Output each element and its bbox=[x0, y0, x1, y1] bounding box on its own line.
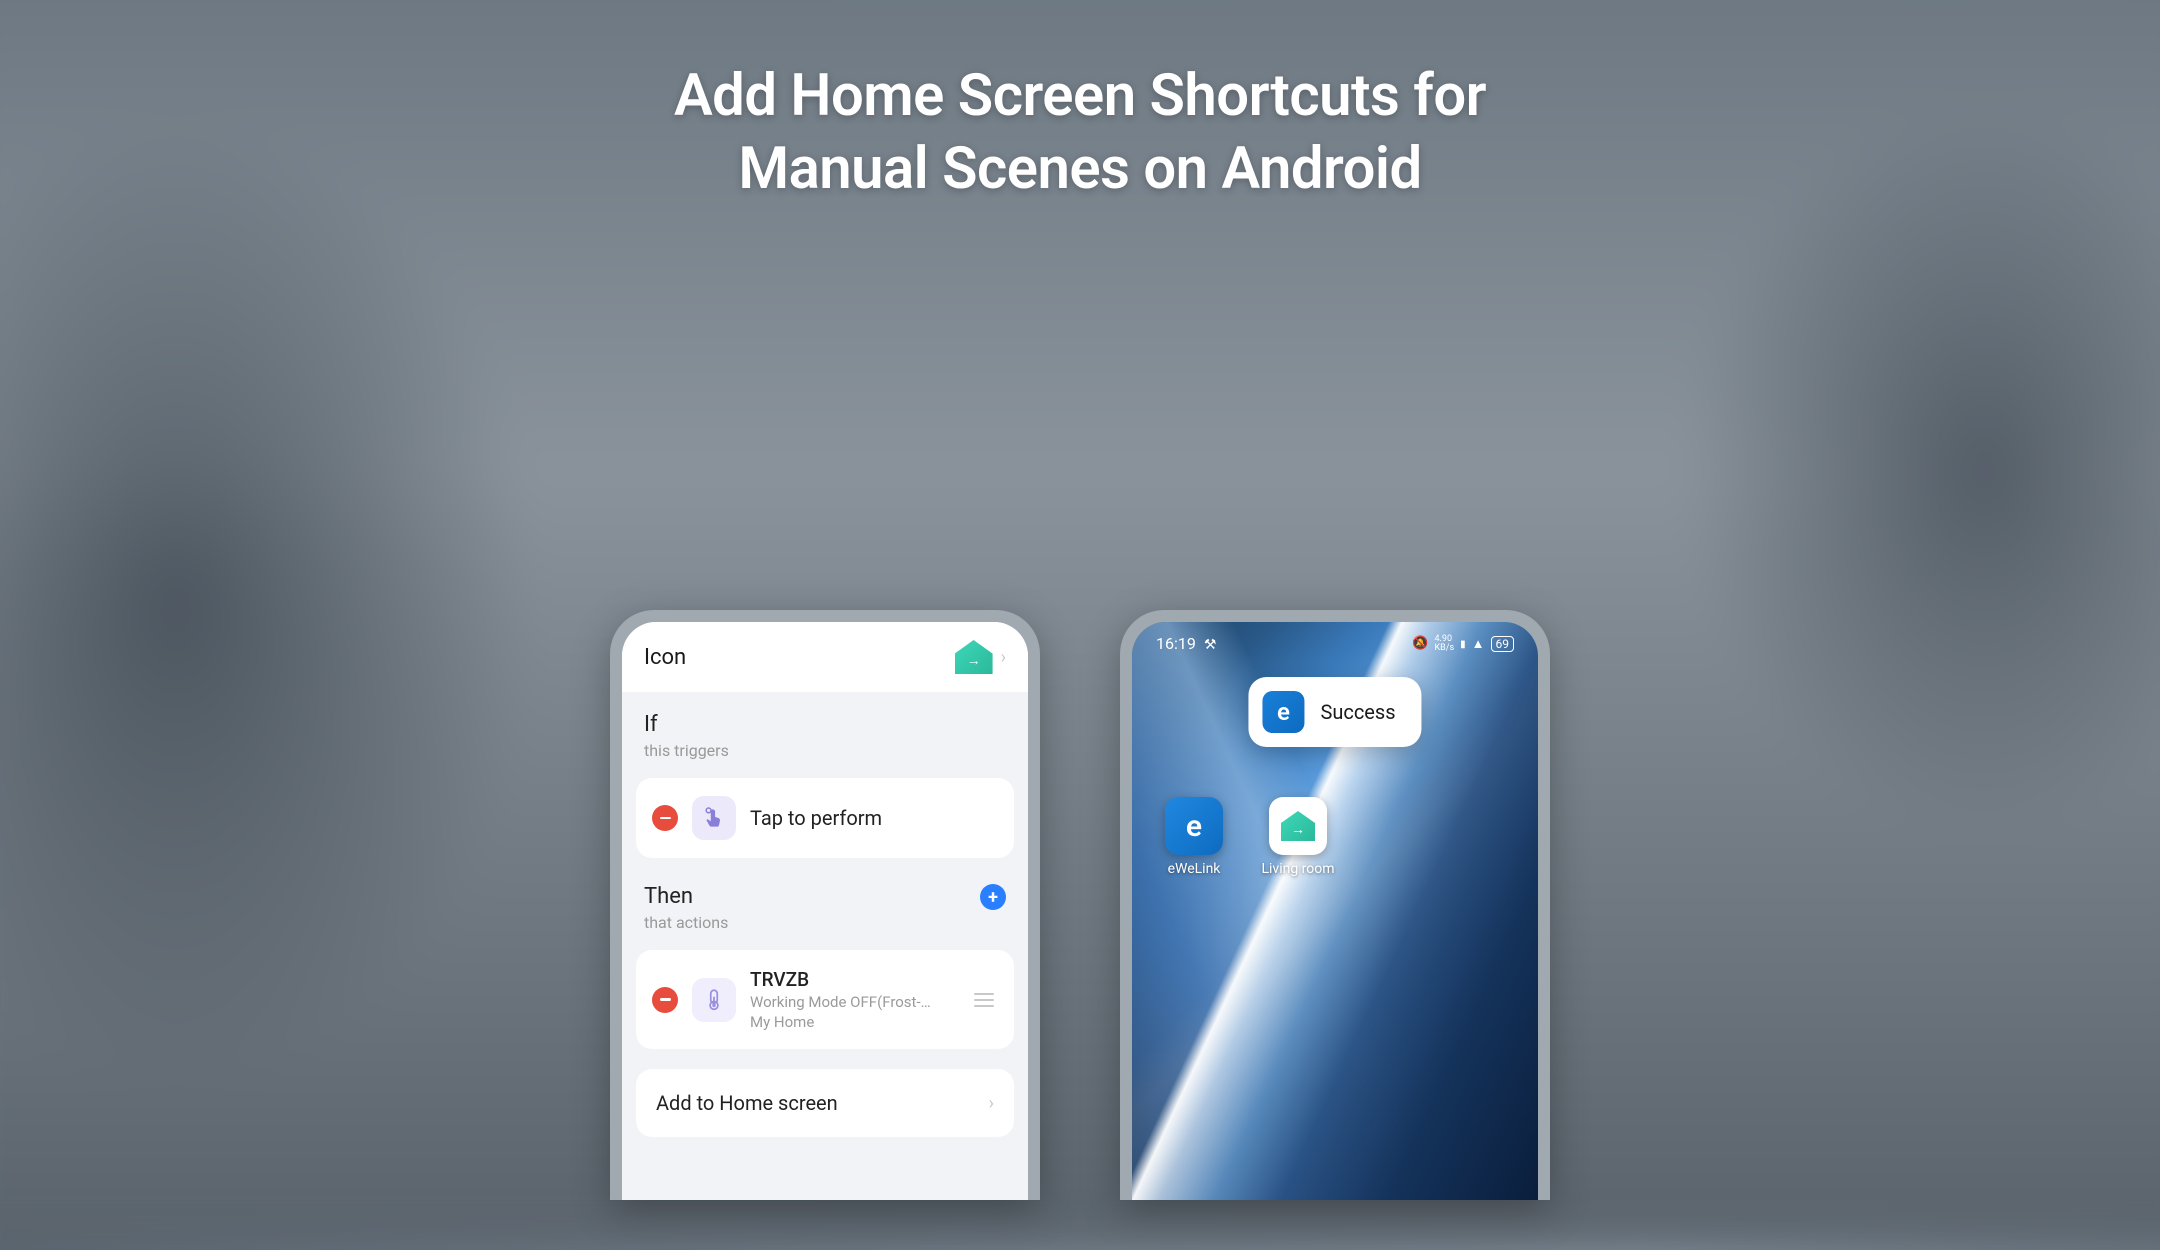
add-to-home-label: Add to Home screen bbox=[656, 1091, 838, 1115]
home-app-scene-shortcut[interactable]: Living room bbox=[1260, 797, 1336, 877]
add-to-home-screen-row[interactable]: Add to Home screen › bbox=[636, 1069, 1014, 1137]
home-app-label: eWeLink bbox=[1168, 861, 1221, 877]
android-home-screen: 16:19 🔕 4.90KB/s ▲ 69 e Success bbox=[1132, 622, 1538, 1200]
chevron-right-icon: › bbox=[989, 1093, 994, 1114]
ewelink-icon: e bbox=[1165, 797, 1223, 855]
thermostat-device-icon bbox=[692, 978, 736, 1022]
icon-selector-row[interactable]: Icon › bbox=[622, 622, 1028, 692]
remove-action-button[interactable] bbox=[652, 987, 678, 1013]
mute-icon: 🔕 bbox=[1412, 636, 1428, 651]
trigger-label: Tap to perform bbox=[750, 806, 998, 830]
home-icons-row: e eWeLink Living room bbox=[1156, 797, 1336, 877]
stage: Add Home Screen Shortcuts for Manual Sce… bbox=[0, 0, 2160, 1200]
status-bar: 16:19 🔕 4.90KB/s ▲ 69 bbox=[1132, 622, 1538, 665]
phones-row: Icon › If this triggers bbox=[610, 610, 1550, 1200]
headline-line-1: Add Home Screen Shortcuts for bbox=[674, 60, 1486, 133]
signal-icon bbox=[1460, 636, 1466, 651]
headline-line-2: Manual Scenes on Android bbox=[674, 133, 1486, 206]
success-toast: e Success bbox=[1248, 677, 1421, 747]
wifi-icon: ▲ bbox=[1472, 636, 1485, 652]
network-speed-icon: 4.90KB/s bbox=[1434, 635, 1454, 653]
toast-text: Success bbox=[1320, 700, 1395, 724]
scene-shortcut-icon bbox=[1269, 797, 1327, 855]
battery-level: 69 bbox=[1491, 636, 1515, 652]
then-title: Then bbox=[644, 884, 728, 909]
then-subtitle: that actions bbox=[644, 913, 728, 932]
scene-house-icon bbox=[955, 640, 993, 674]
status-right: 🔕 4.90KB/s ▲ 69 bbox=[1412, 635, 1514, 653]
remove-trigger-button[interactable] bbox=[652, 805, 678, 831]
chevron-right-icon: › bbox=[1001, 647, 1006, 668]
home-app-ewelink[interactable]: e eWeLink bbox=[1156, 797, 1232, 877]
status-left: 16:19 bbox=[1156, 634, 1216, 653]
dev-tools-icon bbox=[1204, 634, 1217, 653]
action-home-text: My Home bbox=[750, 1013, 956, 1031]
action-card[interactable]: TRVZB Working Mode OFF(Frost-… My Home bbox=[636, 950, 1014, 1049]
if-title: If bbox=[644, 712, 1006, 737]
trigger-card[interactable]: Tap to perform bbox=[636, 778, 1014, 858]
then-section-header: Then that actions + bbox=[622, 868, 1028, 940]
ewelink-app-icon: e bbox=[1262, 691, 1304, 733]
add-action-button[interactable]: + bbox=[980, 884, 1006, 910]
phone-right: 16:19 🔕 4.90KB/s ▲ 69 e Success bbox=[1120, 610, 1550, 1200]
action-device-name: TRVZB bbox=[750, 968, 956, 991]
tap-trigger-icon bbox=[692, 796, 736, 840]
headline: Add Home Screen Shortcuts for Manual Sce… bbox=[674, 60, 1486, 205]
status-time: 16:19 bbox=[1156, 634, 1196, 653]
phone-left: Icon › If this triggers bbox=[610, 610, 1040, 1200]
action-text-column: TRVZB Working Mode OFF(Frost-… My Home bbox=[750, 968, 956, 1031]
scene-house-icon bbox=[1281, 811, 1315, 841]
if-subtitle: this triggers bbox=[644, 741, 1006, 760]
action-mode-text: Working Mode OFF(Frost-… bbox=[750, 993, 956, 1011]
app-screen: Icon › If this triggers bbox=[622, 622, 1028, 1200]
if-section-header: If this triggers bbox=[622, 692, 1028, 768]
drag-handle-icon[interactable] bbox=[970, 993, 998, 1007]
icon-row-right: › bbox=[955, 640, 1006, 674]
home-app-label: Living room bbox=[1261, 861, 1334, 877]
icon-row-label: Icon bbox=[644, 645, 686, 670]
